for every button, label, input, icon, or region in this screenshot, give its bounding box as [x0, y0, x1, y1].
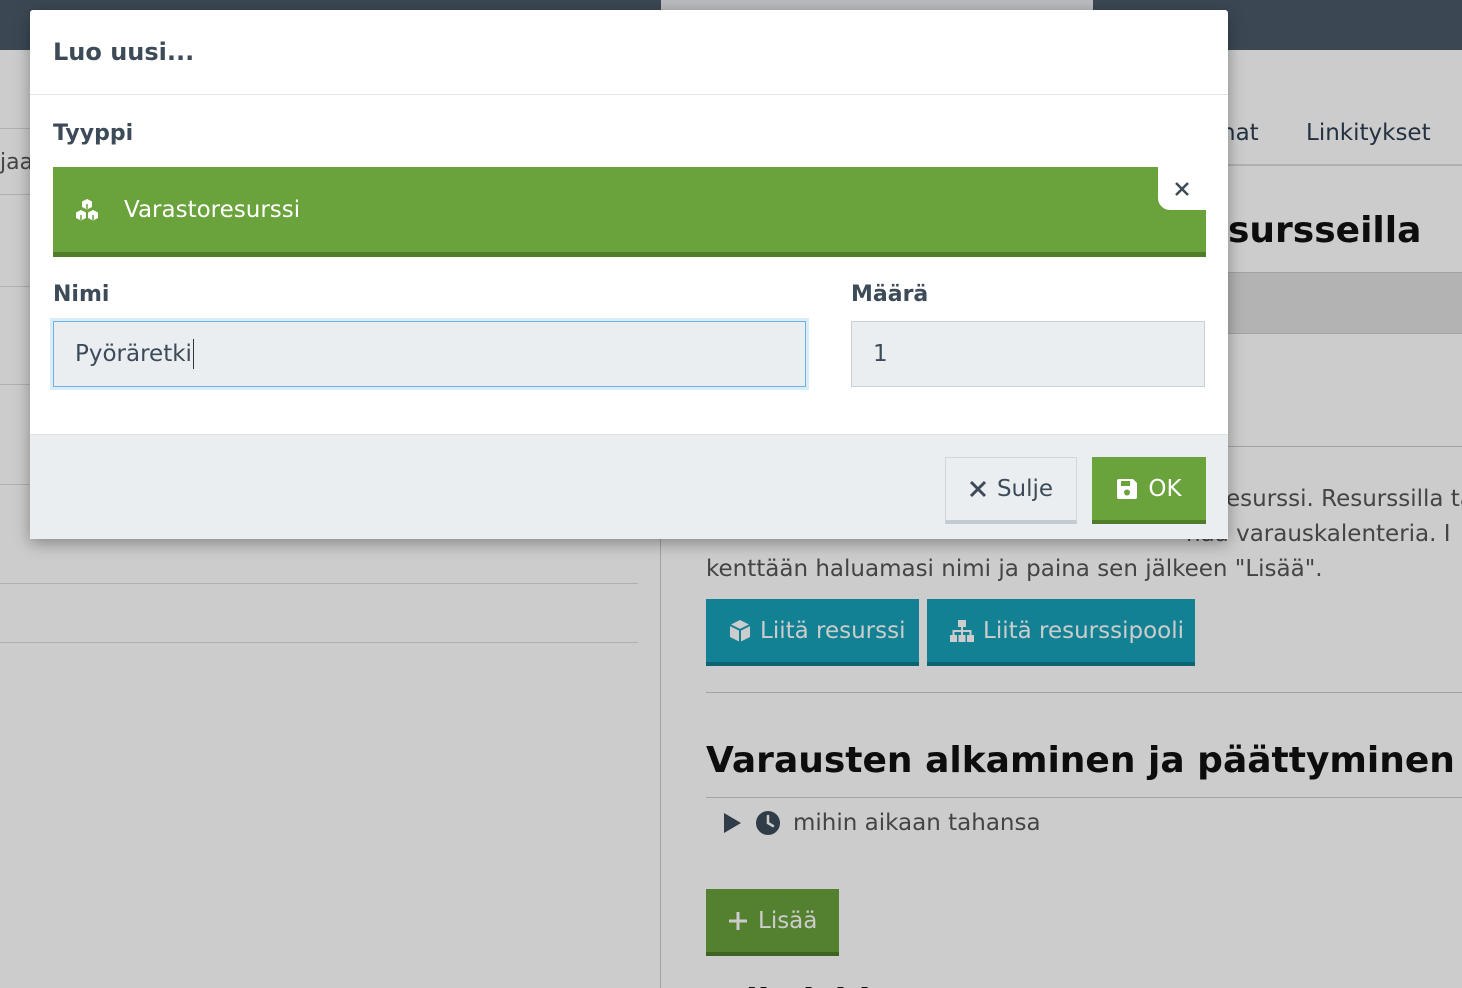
name-input-value: Pyöräretki: [75, 341, 192, 367]
close-icon: [969, 480, 987, 498]
type-label: Tyyppi: [53, 121, 134, 146]
quantity-input-value: 1: [873, 341, 888, 367]
name-input[interactable]: Pyöräretki: [53, 321, 806, 387]
clear-type-button[interactable]: [1158, 167, 1206, 210]
close-button-label: Sulje: [996, 476, 1054, 502]
modal-header: Luo uusi...: [30, 10, 1228, 95]
text-caret: [192, 339, 194, 369]
close-button[interactable]: Sulje: [945, 457, 1077, 524]
modal-footer: Sulje OK: [30, 434, 1228, 539]
ok-button[interactable]: OK: [1092, 457, 1206, 524]
type-select[interactable]: Varastoresurssi: [53, 167, 1206, 257]
close-icon: [1174, 181, 1190, 197]
type-value: Varastoresurssi: [124, 196, 301, 223]
save-icon: [1116, 478, 1138, 500]
cubes-icon: [74, 198, 100, 222]
create-new-dialog: Luo uusi... Tyyppi Varastoresurssi Nimi …: [30, 10, 1228, 539]
modal-title: Luo uusi...: [53, 38, 195, 66]
quantity-input[interactable]: 1: [851, 321, 1205, 387]
modal-body: Tyyppi Varastoresurssi Nimi Pyöräretki M…: [30, 95, 1228, 434]
ok-button-label: OK: [1148, 475, 1182, 502]
quantity-label: Määrä: [851, 282, 929, 307]
name-label: Nimi: [53, 282, 110, 307]
